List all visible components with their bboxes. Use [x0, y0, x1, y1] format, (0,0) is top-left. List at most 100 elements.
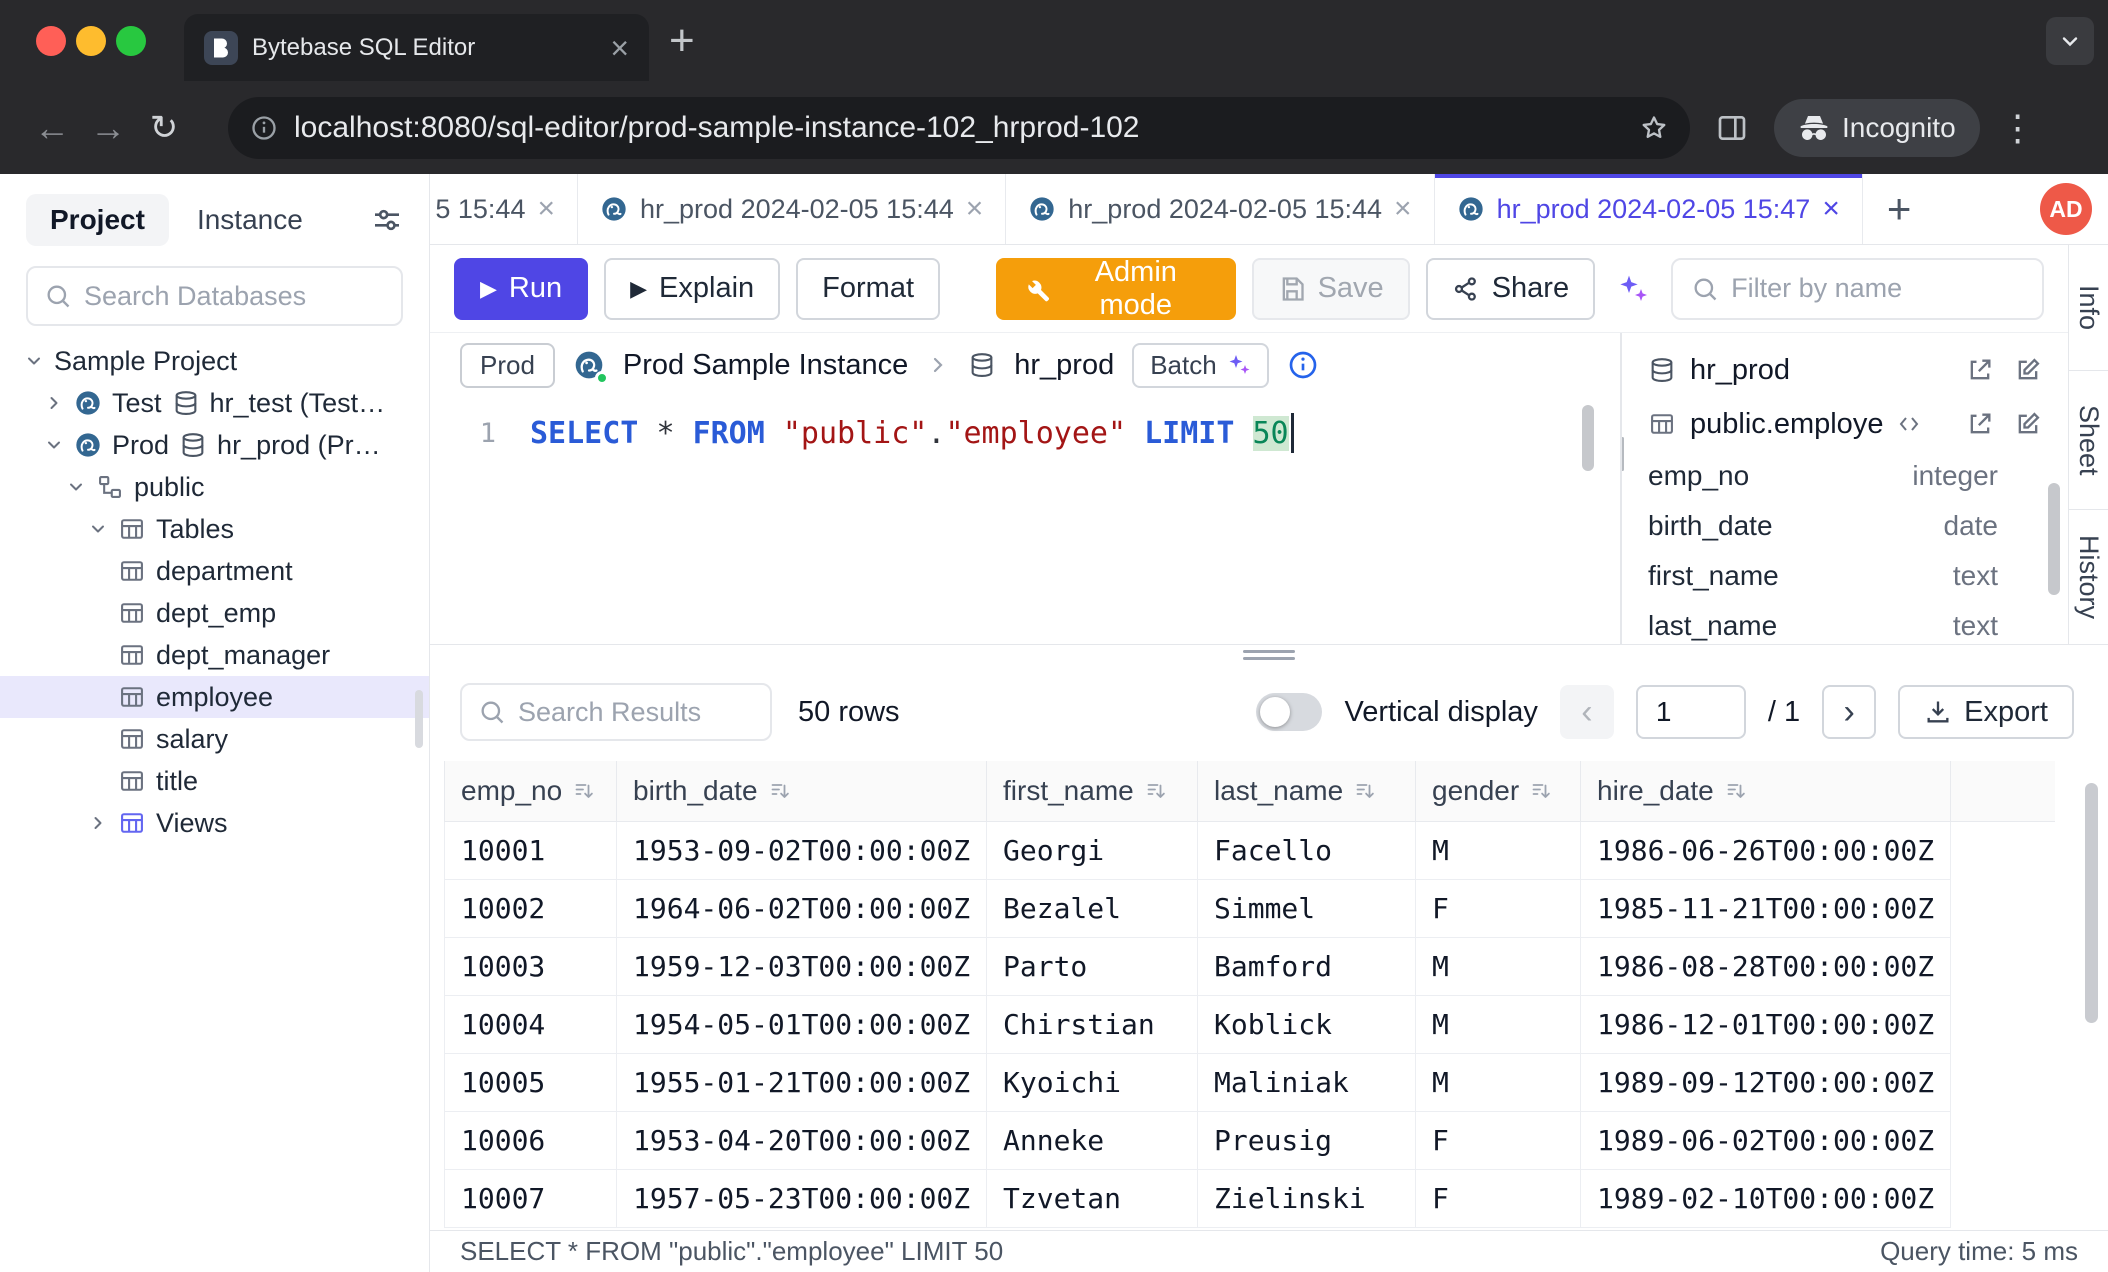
panel-resize-grip[interactable] — [1620, 437, 1624, 471]
code-icon[interactable] — [1897, 412, 1921, 436]
result-column-header[interactable]: birth_date — [617, 761, 987, 821]
result-cell: 1989-06-02T00:00:00Z — [1581, 1111, 1951, 1169]
tree-item-dept-emp[interactable]: dept_emp — [0, 592, 429, 634]
run-button[interactable]: ▶ Run — [454, 258, 588, 320]
format-button[interactable]: Format — [796, 258, 940, 320]
reload-button[interactable]: ↻ — [136, 108, 192, 148]
sidebar-tab-instance[interactable]: Instance — [197, 204, 303, 236]
edit-icon[interactable] — [2014, 410, 2042, 438]
sql-code[interactable]: SELECT * FROM "public"."employee" LIMIT … — [530, 413, 1294, 453]
tree-item-test[interactable]: Testhr_test (Test… — [0, 382, 429, 424]
edit-icon[interactable] — [2014, 356, 2042, 384]
previous-page-button[interactable]: ‹ — [1560, 685, 1614, 739]
browser-tab-close-icon[interactable]: × — [610, 32, 629, 64]
splitter-grip-icon[interactable] — [1243, 650, 1295, 664]
editor-tab[interactable]: hr_prod 2024-02-05 15:47× — [1435, 174, 1863, 244]
tree-item-department[interactable]: department — [0, 550, 429, 592]
save-button[interactable]: Save — [1252, 258, 1410, 320]
results-search-input[interactable] — [518, 697, 754, 728]
tree-item-public[interactable]: public — [0, 466, 429, 508]
tab-close-icon[interactable]: × — [1394, 194, 1412, 224]
new-browser-tab-button[interactable]: + — [669, 19, 695, 63]
results-scrollbar[interactable] — [2085, 783, 2098, 1023]
back-button[interactable]: ← — [24, 107, 80, 149]
tree-item-tables[interactable]: Tables — [0, 508, 429, 550]
user-avatar[interactable]: AD — [2040, 183, 2092, 235]
open-external-icon[interactable] — [1966, 356, 1994, 384]
tab-list-chevron-button[interactable] — [2046, 17, 2094, 65]
admin-mode-button[interactable]: Admin mode — [996, 258, 1236, 320]
database-name[interactable]: hr_prod — [1014, 349, 1114, 382]
next-page-button[interactable]: › — [1822, 685, 1876, 739]
instance-name[interactable]: Prod Sample Instance — [623, 349, 908, 382]
batch-mode-chip[interactable]: Batch — [1132, 343, 1269, 388]
tree-item-dept-manager[interactable]: dept_manager — [0, 634, 429, 676]
schema-table-row[interactable]: public.employe — [1648, 397, 2042, 451]
rail-tab-history[interactable]: History — [2069, 510, 2108, 644]
schema-column-row[interactable]: birth_datedate — [1648, 501, 2042, 551]
export-button[interactable]: Export — [1898, 685, 2074, 739]
results-toolbar: 50 rows Vertical display ‹ / 1 › Export — [430, 677, 2108, 747]
address-bar[interactable]: localhost:8080/sql-editor/prod-sample-in… — [228, 97, 1690, 159]
filter-by-name-input[interactable] — [1731, 273, 2024, 304]
page-number-input[interactable] — [1636, 685, 1746, 739]
schema-column-row[interactable]: first_nametext — [1648, 551, 2042, 601]
tree-item-employee[interactable]: employee — [0, 676, 429, 718]
url-text[interactable]: localhost:8080/sql-editor/prod-sample-in… — [294, 111, 1624, 145]
result-cell: Kyoichi — [987, 1053, 1198, 1111]
explain-button[interactable]: ▶ Explain — [604, 258, 780, 320]
bookmark-star-icon[interactable] — [1640, 114, 1668, 142]
rail-tab-info[interactable]: Info — [2069, 245, 2108, 371]
zoom-window-button[interactable] — [116, 26, 146, 56]
editor-tab[interactable]: hr_prod 2024-02-05 15:44× — [578, 174, 1006, 244]
sql-token-string: "public" — [783, 416, 928, 451]
tab-close-icon[interactable]: × — [537, 194, 555, 224]
sql-editor[interactable]: 1 SELECT * FROM "public"."employee" LIMI… — [430, 397, 1620, 644]
tab-close-icon[interactable]: × — [1822, 194, 1840, 224]
schema-scrollbar[interactable] — [2048, 483, 2060, 595]
sidebar-tab-project[interactable]: Project — [26, 194, 169, 246]
tab-close-icon[interactable]: × — [966, 194, 984, 224]
browser-menu-icon[interactable]: ⋮ — [2000, 107, 2036, 149]
result-column-header[interactable]: first_name — [987, 761, 1198, 821]
minimize-window-button[interactable] — [76, 26, 106, 56]
forward-button[interactable]: → — [80, 107, 136, 149]
result-column-header[interactable]: last_name — [1198, 761, 1416, 821]
results-header-row: emp_nobirth_datefirst_namelast_namegende… — [445, 761, 2055, 821]
schema-database-row[interactable]: hr_prod — [1648, 343, 2042, 397]
tree-item-salary[interactable]: salary — [0, 718, 429, 760]
tree-item-views[interactable]: Views — [0, 802, 429, 844]
filter-settings-icon[interactable] — [371, 204, 403, 236]
share-button[interactable]: Share — [1426, 258, 1595, 320]
sidebar-resize-handle[interactable] — [415, 690, 423, 748]
editor-scrollbar[interactable] — [1582, 405, 1594, 471]
tree-database-label: hr_test (Test… — [210, 388, 386, 419]
connection-info-icon[interactable] — [1287, 349, 1319, 381]
editor-tab[interactable]: hr_prod 2024-02-05 15:44× — [1006, 174, 1434, 244]
editor-tab[interactable]: 5 15:44× — [430, 174, 578, 244]
database-search-input[interactable] — [84, 281, 385, 312]
schema-column-row[interactable]: emp_nointeger — [1648, 451, 2042, 501]
close-window-button[interactable] — [36, 26, 66, 56]
result-column-header[interactable]: gender — [1416, 761, 1581, 821]
open-external-icon[interactable] — [1966, 410, 1994, 438]
result-column-header[interactable]: emp_no — [445, 761, 617, 821]
schema-column-row[interactable]: last_nametext — [1648, 601, 2042, 644]
tree-item-prod[interactable]: Prodhr_prod (Pr… — [0, 424, 429, 466]
column-type: text — [1953, 610, 1998, 642]
table-row: 100031959-12-03T00:00:00ZPartoBamfordM19… — [445, 937, 2055, 995]
new-query-tab-button[interactable]: + — [1863, 174, 1936, 244]
results-splitter[interactable] — [430, 645, 2108, 665]
text-cursor — [1291, 413, 1294, 453]
sort-icon — [1529, 779, 1553, 803]
tree-item-title[interactable]: title — [0, 760, 429, 802]
tree-item-sample-project[interactable]: Sample Project — [0, 340, 429, 382]
environment-chip[interactable]: Prod — [460, 343, 555, 388]
vertical-display-toggle[interactable] — [1256, 693, 1322, 731]
result-column-header[interactable]: hire_date — [1581, 761, 1951, 821]
page-info-icon[interactable] — [250, 114, 278, 142]
ai-sparkles-icon[interactable] — [1611, 273, 1655, 305]
rail-tab-sheet[interactable]: Sheet — [2069, 371, 2108, 511]
side-panel-icon[interactable] — [1716, 112, 1748, 144]
browser-tab[interactable]: Bytebase SQL Editor × — [184, 14, 649, 81]
